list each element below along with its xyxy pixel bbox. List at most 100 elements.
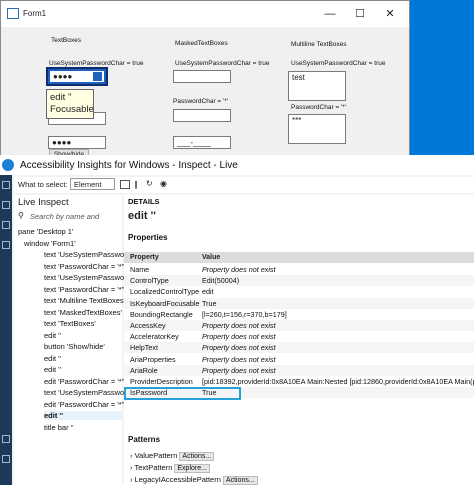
inspect-window: Accessibility Insights for Windows - Ins…: [0, 155, 474, 485]
property-name: BoundingRectangle: [130, 309, 193, 319]
tools-icon[interactable]: [2, 221, 10, 229]
tooltip: edit '' Focusable: [46, 89, 94, 119]
property-value: edit: [202, 287, 214, 297]
col-property: Property: [130, 254, 159, 261]
use-sys-pwd-label-3: UseSystemPasswordChar = true: [291, 60, 386, 67]
what-to-select-label: What to select:: [18, 180, 68, 189]
test-icon[interactable]: [2, 201, 10, 209]
password-textbox-focused[interactable]: ●●●●: [46, 67, 108, 86]
property-name: AcceleratorKey: [130, 332, 179, 342]
details-tab[interactable]: DETAILS: [128, 197, 160, 206]
form1-titlebar: Form1 — ☐ ✕: [1, 1, 409, 27]
tree-item[interactable]: text 'Multiline TextBoxes': [44, 296, 125, 305]
tree-item[interactable]: pane 'Desktop 1': [18, 227, 73, 236]
pattern-row: › ValuePattern Actions...: [130, 451, 215, 461]
tree-item[interactable]: edit 'PasswordChar = '*'': [44, 377, 125, 386]
inspect-title: Accessibility Insights for Windows - Ins…: [20, 160, 238, 171]
pause-icon[interactable]: ∥: [134, 180, 138, 189]
property-name: AriaRole: [130, 365, 158, 375]
multiline-textbox-1[interactable]: test: [288, 71, 346, 101]
tree-item[interactable]: text 'UseSystemPassword: [44, 388, 131, 397]
property-row[interactable]: LocalizedControlType edit: [124, 286, 474, 297]
property-row[interactable]: Name Property does not exist: [124, 264, 474, 275]
search-icon: ⚲: [18, 211, 24, 220]
property-row[interactable]: IsKeyboardFocusable True: [124, 297, 474, 309]
select-row: What to select: Element ∥ ↻ ◉: [14, 177, 474, 193]
tree-item[interactable]: edit 'PasswordChar = '*'': [44, 400, 125, 409]
tree-item[interactable]: window 'Form1': [24, 239, 76, 248]
tree-item[interactable]: button 'Show/hide': [44, 342, 105, 351]
help-icon[interactable]: [2, 455, 10, 463]
property-value: Property does not exist: [202, 332, 276, 342]
property-row[interactable]: AccessKey Property does not exist: [124, 320, 474, 331]
masked-header: MaskedTextBoxes: [175, 40, 228, 47]
pwd-char-label-2: PasswordChar = '*': [173, 98, 229, 105]
property-row[interactable]: HelpText Property does not exist: [124, 342, 474, 354]
properties-grid-header: Property Value: [124, 252, 474, 263]
property-value: True: [202, 298, 217, 308]
tree-item[interactable]: edit '': [44, 354, 61, 363]
tree-item[interactable]: edit '': [44, 411, 122, 420]
property-name: HelpText: [130, 343, 158, 353]
password-value: ●●●●: [53, 72, 73, 81]
close-button[interactable]: ✕: [375, 5, 405, 23]
tree-item[interactable]: text 'PasswordChar = '*'': [44, 262, 125, 271]
events-icon[interactable]: [2, 241, 10, 249]
inspect-icon[interactable]: [2, 181, 10, 189]
select-dropdown[interactable]: Element: [70, 178, 115, 190]
pattern-row: › LegacyIAccessiblePattern Actions...: [130, 475, 258, 485]
pattern-name: ValuePattern: [134, 451, 178, 460]
element-title: edit '': [128, 210, 156, 222]
refresh-icon[interactable]: ↻: [146, 179, 153, 188]
accessibility-insights-icon: [2, 159, 14, 171]
use-sys-pwd-label-2: UseSystemPasswordChar = true: [175, 60, 270, 67]
settings-icon[interactable]: [2, 435, 10, 443]
minimize-button[interactable]: —: [315, 5, 345, 23]
eye-icon[interactable]: ◉: [160, 179, 167, 188]
app-icon: [7, 8, 19, 19]
tooltip-line1: edit '': [50, 92, 72, 103]
details-pane: DETAILS edit '' Properties Property Valu…: [124, 195, 474, 485]
tree-item[interactable]: text 'MaskedTextBoxes': [44, 308, 122, 317]
tree-item[interactable]: edit '': [44, 365, 61, 374]
tree-item[interactable]: title bar '': [44, 423, 74, 432]
tree-item[interactable]: text 'UseSystemPassword: [44, 273, 131, 282]
pattern-action-button[interactable]: Actions...: [222, 476, 258, 485]
tree-item[interactable]: text 'UseSystemPassword: [44, 250, 131, 259]
select-value: Element: [74, 180, 102, 189]
property-row[interactable]: ProviderDescription [pid:18392,providerId…: [124, 376, 474, 387]
tooltip-line2: Focusable: [50, 104, 94, 115]
masked-textbox-3[interactable]: ___-____: [173, 136, 231, 149]
property-row[interactable]: ControlType Edit(50004): [124, 275, 474, 287]
tree-item[interactable]: text 'TextBoxes': [44, 319, 96, 328]
property-value: Property does not exist: [202, 354, 276, 364]
property-name: Name: [130, 265, 150, 274]
use-sys-pwd-label-1: UseSystemPasswordChar = true: [49, 60, 144, 67]
property-value: Property does not exist: [202, 265, 276, 274]
property-row[interactable]: AcceleratorKey Property does not exist: [124, 331, 474, 342]
search-input[interactable]: Search by name and: [30, 212, 99, 221]
property-name: LocalizedControlType: [130, 287, 200, 297]
multiline-textbox-2[interactable]: ***: [288, 114, 346, 144]
property-row[interactable]: BoundingRectangle [l=260,t=156,r=370,b=17…: [124, 309, 474, 320]
textbox-row-4[interactable]: ●●●●: [48, 136, 106, 149]
property-row[interactable]: AriaProperties Property does not exist: [124, 354, 474, 365]
maximize-button[interactable]: ☐: [345, 5, 375, 23]
pattern-action-button[interactable]: Explore...: [174, 464, 210, 473]
property-name: IsKeyboardFocusable: [130, 298, 200, 308]
property-value: Property does not exist: [202, 321, 276, 330]
property-value: [l=260,t=156,r=370,b=179]: [202, 309, 287, 319]
property-value: [pid:18392,providerId:0x8A10EA Main:Nest…: [202, 377, 474, 386]
masked-textbox-2[interactable]: [173, 109, 231, 122]
pattern-action-button[interactable]: Actions...: [179, 452, 215, 461]
tree-item[interactable]: edit '': [44, 331, 61, 340]
screenshot-icon[interactable]: [120, 180, 130, 189]
live-inspect-pane: Live Inspect ⚲ Search by name and pane '…: [14, 195, 131, 485]
inspect-titlebar: Accessibility Insights for Windows - Ins…: [0, 155, 474, 175]
reveal-password-icon[interactable]: [93, 72, 102, 81]
property-value: Property does not exist: [202, 343, 276, 353]
masked-textbox-1[interactable]: [173, 70, 231, 83]
tree-item[interactable]: text 'PasswordChar = '*'': [44, 285, 125, 294]
patterns-header: Patterns: [128, 435, 161, 444]
property-row[interactable]: AriaRole Property does not exist: [124, 364, 474, 376]
